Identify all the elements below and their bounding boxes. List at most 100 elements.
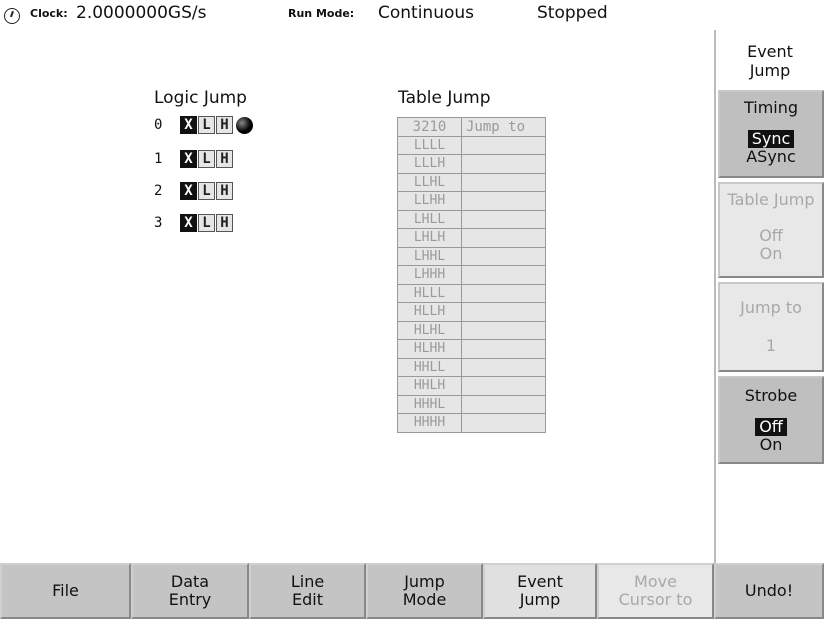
move-cursor-label-2: Cursor to bbox=[618, 590, 693, 609]
line-edit-button[interactable]: Line Edit bbox=[249, 563, 366, 619]
table-jump-row: HHLL bbox=[397, 357, 546, 377]
table-jump-to-cell[interactable] bbox=[461, 191, 546, 211]
table-jump-to-cell[interactable] bbox=[461, 172, 546, 192]
table-jump-to-cell[interactable] bbox=[461, 135, 546, 155]
table-jump-to-cell[interactable] bbox=[461, 246, 546, 266]
table-jump-grid: 3210 Jump to LLLL LLLH LLHL LLHH LHLL LHLH LHH… bbox=[397, 117, 546, 433]
table-pattern-cell: LHLL bbox=[397, 209, 462, 229]
table-jump-title: Table Jump bbox=[398, 88, 491, 108]
logic-h-button[interactable]: H bbox=[216, 182, 233, 200]
side-title-line2: Jump bbox=[749, 61, 791, 80]
run-mode-label: Run Mode: bbox=[288, 7, 355, 20]
table-jump-row: LLHH bbox=[397, 191, 546, 211]
table-header-row: 3210 Jump to bbox=[397, 117, 546, 137]
table-jump-row: HLLL bbox=[397, 283, 546, 303]
jump-mode-label-1: Jump bbox=[404, 572, 445, 591]
move-cursor-to-button[interactable]: Move Cursor to bbox=[597, 563, 714, 619]
event-jump-label-1: Event bbox=[517, 572, 563, 591]
table-pattern-cell: HHHL bbox=[397, 394, 462, 414]
logic-l-button[interactable]: L bbox=[198, 150, 215, 168]
table-pattern-cell: LHHL bbox=[397, 246, 462, 266]
data-entry-label-2: Entry bbox=[168, 590, 212, 609]
logic-x-button[interactable]: X bbox=[180, 214, 197, 232]
logic-x-button[interactable]: X bbox=[180, 182, 197, 200]
table-jump-to-cell[interactable] bbox=[461, 209, 546, 229]
logic-h-button[interactable]: H bbox=[216, 214, 233, 232]
logic-x-button[interactable]: X bbox=[180, 150, 197, 168]
logic-row-index: 0 bbox=[154, 117, 163, 133]
table-jump-to-cell[interactable] bbox=[461, 265, 546, 285]
jump-to-label: Jump to bbox=[740, 298, 802, 317]
table-jump-to-cell[interactable] bbox=[461, 376, 546, 396]
table-jump-to-cell[interactable] bbox=[461, 413, 546, 433]
clock-label: Clock: bbox=[30, 7, 68, 20]
jump-mode-button[interactable]: Jump Mode bbox=[366, 563, 483, 619]
logic-l-button[interactable]: L bbox=[198, 182, 215, 200]
side-menu: Event Jump Timing Sync ASync Table Jump … bbox=[714, 30, 824, 563]
clock-icon bbox=[4, 8, 20, 24]
table-jump-on-option: On bbox=[759, 244, 783, 263]
status-bar: Clock: 2.0000000GS/s Run Mode: Continuou… bbox=[0, 0, 824, 30]
table-pattern-cell: HLHH bbox=[397, 339, 462, 359]
table-pattern-cell: LHHH bbox=[397, 265, 462, 285]
table-jump-to-cell[interactable] bbox=[461, 228, 546, 248]
logic-row-3: 3 X L H bbox=[154, 213, 234, 233]
table-pattern-cell: HLLL bbox=[397, 283, 462, 303]
table-pattern-cell: HHLL bbox=[397, 357, 462, 377]
table-jump-to-cell[interactable] bbox=[461, 154, 546, 174]
logic-x-button[interactable]: X bbox=[180, 116, 197, 134]
event-jump-label-2: Jump bbox=[519, 590, 561, 609]
table-jump-row: LLLH bbox=[397, 154, 546, 174]
run-state: Stopped bbox=[537, 3, 608, 23]
bottom-menu: File Data Entry Line Edit Jump Mode Even… bbox=[0, 563, 824, 619]
undo-button[interactable]: Undo! bbox=[714, 563, 824, 619]
table-jump-to-cell[interactable] bbox=[461, 357, 546, 377]
side-title-line1: Event bbox=[747, 42, 793, 61]
logic-row-2: 2 X L H bbox=[154, 181, 234, 201]
table-jump-to-cell[interactable] bbox=[461, 394, 546, 414]
timing-button[interactable]: Timing Sync ASync bbox=[718, 90, 824, 178]
timing-sync-option: Sync bbox=[747, 130, 795, 148]
table-header-jump-to: Jump to bbox=[461, 117, 546, 137]
jump-to-value: 1 bbox=[765, 336, 777, 355]
file-label: File bbox=[52, 581, 79, 600]
table-jump-to-cell[interactable] bbox=[461, 320, 546, 340]
table-jump-row: HLLH bbox=[397, 302, 546, 322]
table-jump-to-cell[interactable] bbox=[461, 283, 546, 303]
table-pattern-cell: LHLH bbox=[397, 228, 462, 248]
table-jump-label: Table Jump bbox=[727, 190, 815, 209]
table-pattern-cell: HLHL bbox=[397, 320, 462, 340]
jump-to-button[interactable]: Jump to 1 bbox=[718, 282, 824, 372]
file-button[interactable]: File bbox=[0, 563, 131, 619]
event-jump-button[interactable]: Event Jump bbox=[483, 563, 597, 619]
line-edit-label-1: Line bbox=[290, 572, 325, 591]
logic-row-index: 1 bbox=[154, 151, 163, 167]
table-jump-row: HLHL bbox=[397, 320, 546, 340]
data-entry-label-1: Data bbox=[170, 572, 210, 591]
table-jump-row: LLHL bbox=[397, 172, 546, 192]
logic-l-button[interactable]: L bbox=[198, 214, 215, 232]
table-jump-row: LHLL bbox=[397, 209, 546, 229]
data-entry-button[interactable]: Data Entry bbox=[131, 563, 249, 619]
main-panel: Logic Jump 0 X L H 1 X L H 2 X L H 3 X L… bbox=[0, 30, 714, 563]
strobe-off-option: Off bbox=[755, 418, 787, 436]
strobe-button[interactable]: Strobe Off On bbox=[718, 376, 824, 464]
timing-async-option: ASync bbox=[746, 147, 796, 166]
line-edit-label-2: Edit bbox=[292, 590, 323, 609]
table-jump-row: HHHL bbox=[397, 394, 546, 414]
table-pattern-cell: HHLH bbox=[397, 376, 462, 396]
table-jump-row: HHHH bbox=[397, 413, 546, 433]
logic-row-index: 3 bbox=[154, 215, 163, 231]
table-jump-button[interactable]: Table Jump Off On bbox=[718, 182, 824, 278]
table-jump-to-cell[interactable] bbox=[461, 339, 546, 359]
cursor-ball-icon bbox=[236, 116, 253, 134]
logic-h-button[interactable]: H bbox=[216, 116, 233, 134]
table-jump-to-cell[interactable] bbox=[461, 302, 546, 322]
logic-l-button[interactable]: L bbox=[198, 116, 215, 134]
logic-row-1: 1 X L H bbox=[154, 149, 234, 169]
logic-h-button[interactable]: H bbox=[216, 150, 233, 168]
jump-mode-label-2: Mode bbox=[402, 590, 447, 609]
table-jump-row: HHLH bbox=[397, 376, 546, 396]
undo-label: Undo! bbox=[744, 581, 794, 600]
clock-value: 2.0000000GS/s bbox=[76, 3, 207, 23]
